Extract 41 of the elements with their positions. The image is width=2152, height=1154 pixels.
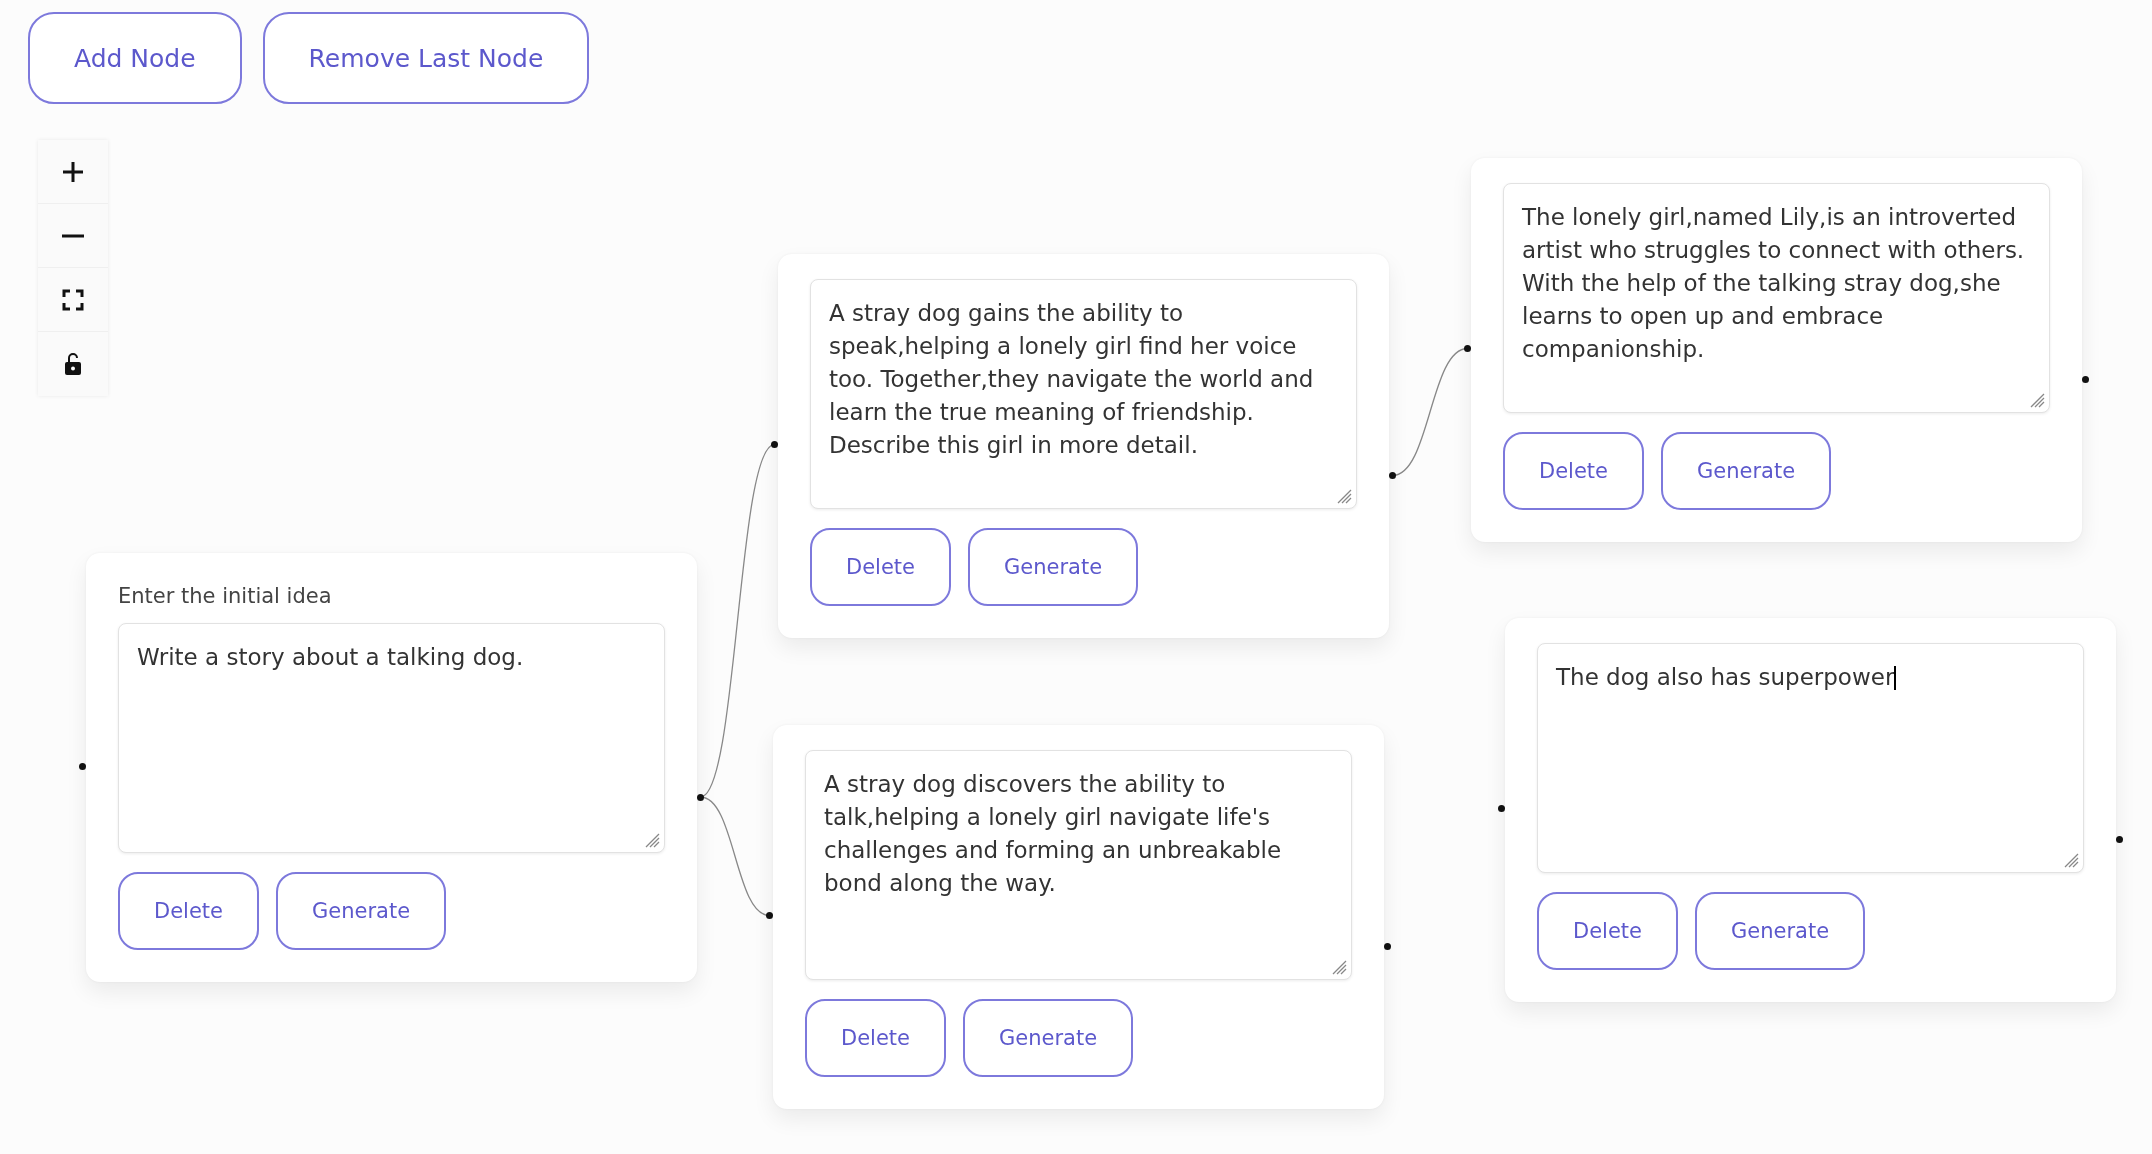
fit-view-button[interactable] xyxy=(38,268,108,332)
connection-handle[interactable] xyxy=(2082,376,2089,383)
text-area[interactable]: A stray dog discovers the ability to talk,helping a lonely girl navigate life's challenges and forming an unbreakable bond along the way. xyxy=(805,750,1352,980)
generate-button[interactable]: Generate xyxy=(963,999,1134,1077)
text-area[interactable]: A stray dog gains the ability to speak,helping a lonely girl find her voice too. Together,they navigate the world and learn the true meaning of friendship. Describe this girl in more detail. xyxy=(810,279,1357,509)
delete-button[interactable]: Delete xyxy=(1503,432,1644,510)
add-node-button[interactable]: Add Node xyxy=(28,12,242,104)
generate-button[interactable]: Generate xyxy=(1695,892,1866,970)
unlocked-padlock-icon xyxy=(64,352,82,376)
lock-button[interactable] xyxy=(38,332,108,396)
text-area[interactable]: The dog also has superpower xyxy=(1537,643,2084,873)
connection-handle[interactable] xyxy=(771,441,778,448)
text-cursor xyxy=(1894,666,1897,690)
generate-button[interactable]: Generate xyxy=(276,872,447,950)
connection-handle[interactable] xyxy=(1389,472,1396,479)
resize-grip-icon xyxy=(644,832,660,848)
field-label: Enter the initial idea xyxy=(118,584,333,608)
plus-icon xyxy=(61,159,85,184)
generate-button[interactable]: Generate xyxy=(1661,432,1832,510)
connection-handle[interactable] xyxy=(1498,805,1505,812)
connection-handle[interactable] xyxy=(79,762,86,770)
fit-view-icon xyxy=(62,288,84,311)
delete-button[interactable]: Delete xyxy=(810,528,951,606)
resize-grip-icon xyxy=(1336,488,1352,504)
minus-icon xyxy=(61,233,85,238)
connection-handle[interactable] xyxy=(697,793,704,801)
generate-button[interactable]: Generate xyxy=(968,528,1139,606)
text-area[interactable]: The lonely girl,named Lily,is an introverted artist who struggles to connect with others. With the help of the talking stray dog,she learns to open up and embrace companionship. xyxy=(1503,183,2050,413)
text-area[interactable]: Write a story about a talking dog. xyxy=(118,623,665,853)
resize-grip-icon xyxy=(2029,392,2045,408)
connection-handle[interactable] xyxy=(1384,943,1391,950)
remove-node-button[interactable]: Remove Last Node xyxy=(262,12,590,104)
connection-handle[interactable] xyxy=(1464,345,1471,352)
connection-handle[interactable] xyxy=(2116,836,2123,843)
connection-handle[interactable] xyxy=(766,912,773,919)
zoom-in-button[interactable] xyxy=(38,140,108,204)
delete-button[interactable]: Delete xyxy=(118,872,259,950)
delete-button[interactable]: Delete xyxy=(1537,892,1678,970)
resize-grip-icon xyxy=(2063,852,2079,868)
resize-grip-icon xyxy=(1331,959,1347,975)
delete-button[interactable]: Delete xyxy=(805,999,946,1077)
